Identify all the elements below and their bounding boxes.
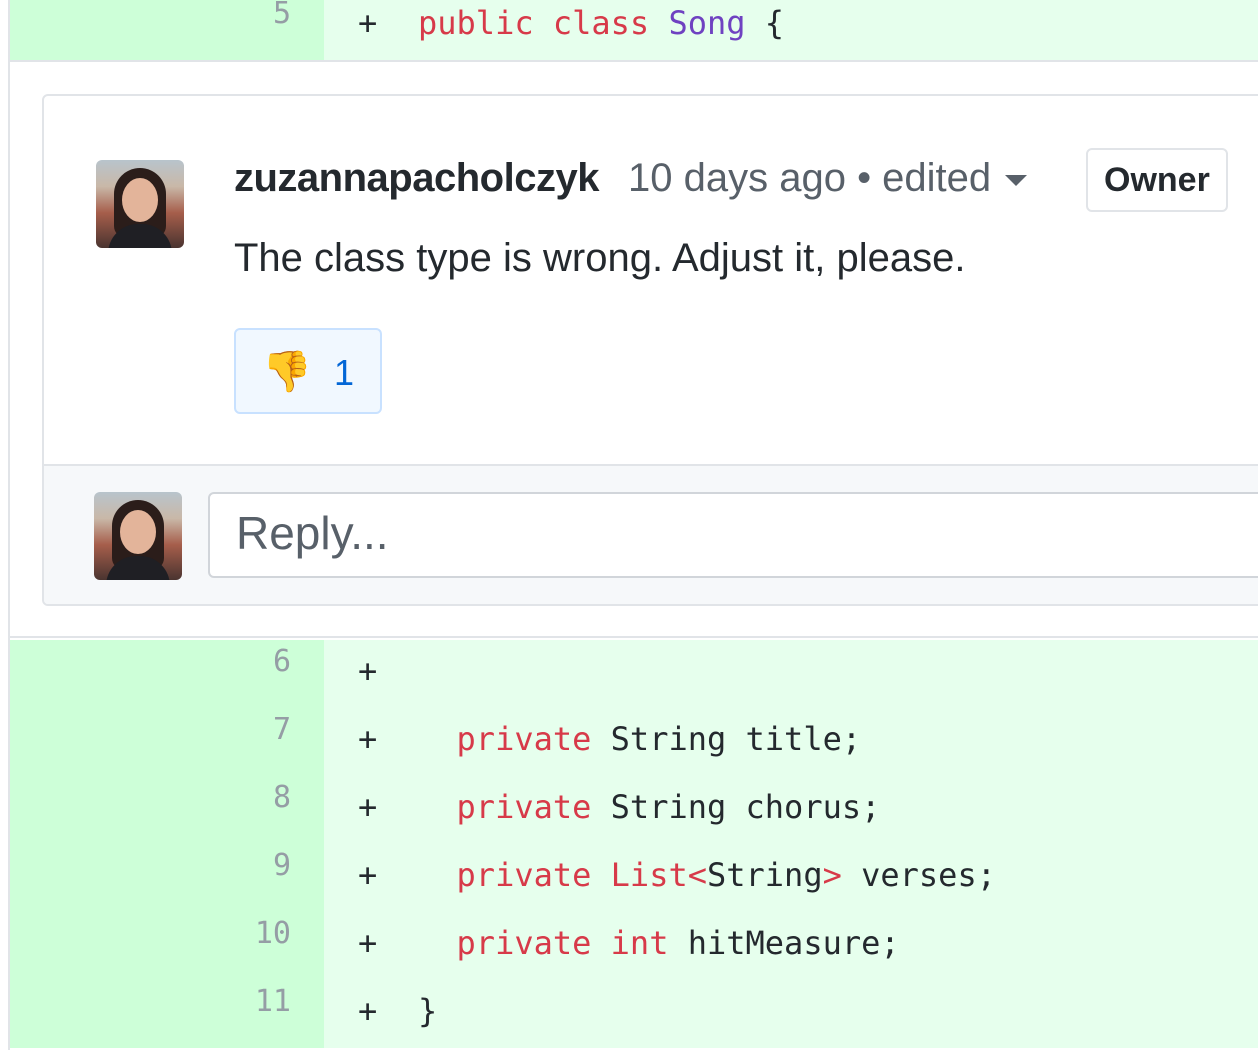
reply-input[interactable]: Reply... xyxy=(208,492,1258,578)
author-avatar[interactable] xyxy=(96,160,184,248)
diff-line: 9 + private List<String> verses; xyxy=(10,844,1258,912)
diff-addition-marker: + xyxy=(358,992,378,1030)
diff-addition-marker: + xyxy=(358,720,378,758)
diff-line: 6 + xyxy=(10,640,1258,708)
diff-addition-marker: + xyxy=(358,856,378,894)
review-comment-thread: zuzannapacholczyk 10 days ago • edited O… xyxy=(42,94,1258,606)
comment-meta[interactable]: 10 days ago • edited xyxy=(628,156,1028,201)
diff-addition-marker: + xyxy=(358,4,378,42)
code-content: private List<String> verses; xyxy=(456,856,996,894)
comment-body: The class type is wrong. Adjust it, plea… xyxy=(234,236,966,280)
diff-addition-marker: + xyxy=(358,788,378,826)
code-content: public class Song { xyxy=(418,4,785,42)
comment-region: zuzannapacholczyk 10 days ago • edited O… xyxy=(10,60,1258,638)
thumbs-down-icon: 👎 xyxy=(262,350,312,394)
reply-bar: Reply... xyxy=(44,464,1258,604)
line-number[interactable]: 7 xyxy=(10,708,324,776)
line-number[interactable]: 11 xyxy=(10,980,324,1048)
line-number[interactable]: 8 xyxy=(10,776,324,844)
diff-addition-marker: + xyxy=(358,652,378,690)
code-content: private int hitMeasure; xyxy=(456,924,900,962)
code-content: private String chorus; xyxy=(456,788,881,826)
line-number[interactable]: 6 xyxy=(10,640,324,708)
diff-line: 8 + private String chorus; xyxy=(10,776,1258,844)
diff-line: 7 + private String title; xyxy=(10,708,1258,776)
line-number[interactable]: 9 xyxy=(10,844,324,912)
current-user-avatar xyxy=(94,492,182,580)
comment-author[interactable]: zuzannapacholczyk xyxy=(234,156,599,201)
reaction-count: 1 xyxy=(334,352,355,393)
code-content: } xyxy=(418,992,438,1030)
diff-line: 5 + public class Song { xyxy=(10,0,1258,60)
line-number[interactable]: 5 xyxy=(10,0,324,60)
comment-timestamp[interactable]: 10 days ago • edited xyxy=(628,156,991,200)
code-content: private String title; xyxy=(456,720,862,758)
diff-line: 11 +} xyxy=(10,980,1258,1048)
owner-badge: Owner xyxy=(1086,148,1228,212)
reaction-button[interactable]: 👎 1 xyxy=(234,328,382,414)
line-number[interactable]: 10 xyxy=(10,912,324,980)
diff-addition-marker: + xyxy=(358,924,378,962)
chevron-down-icon[interactable] xyxy=(1005,174,1028,186)
diff-line: 10 + private int hitMeasure; xyxy=(10,912,1258,980)
